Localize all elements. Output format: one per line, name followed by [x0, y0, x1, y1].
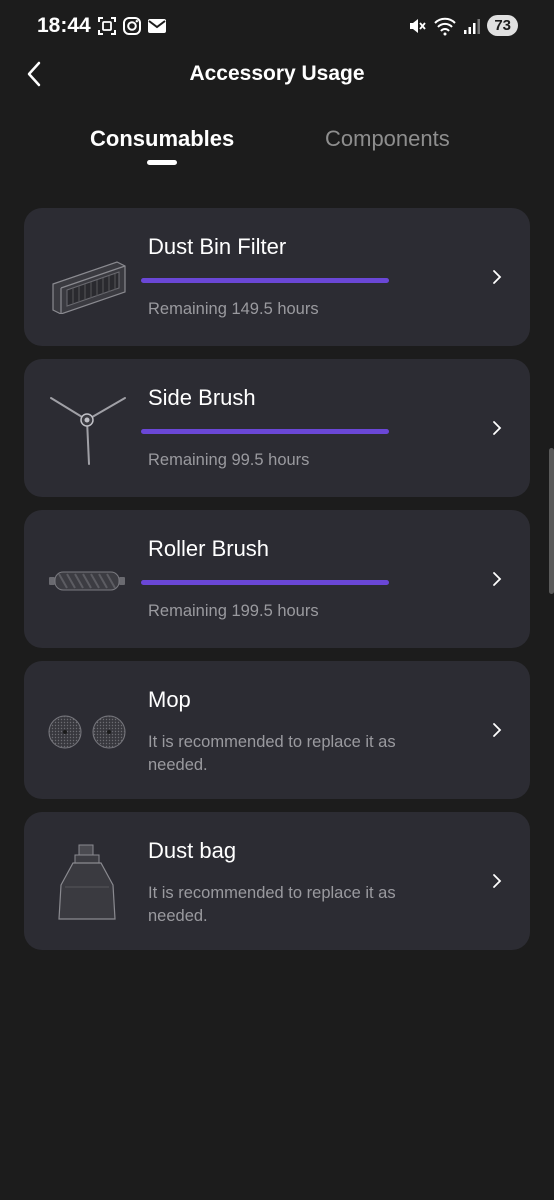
mop-icon [44, 689, 130, 775]
accessory-card-mop[interactable]: Mop It is recommended to replace it as n… [24, 661, 530, 799]
instagram-icon [122, 16, 142, 36]
replace-note: It is recommended to replace it as neede… [148, 733, 396, 774]
accessory-name: Dust bag [148, 838, 237, 863]
active-tab-indicator [147, 160, 177, 165]
usage-progress-fill [141, 278, 389, 283]
accessory-name: Mop [148, 687, 191, 712]
tab-bar: Consumables Components [0, 120, 554, 170]
roller-brush-icon [44, 538, 130, 624]
usage-progress-fill [141, 429, 389, 434]
dust-bag-icon [44, 840, 130, 926]
accessory-card-side-brush[interactable]: Side Brush Remaining 99.5 hours [24, 359, 530, 497]
accessory-name: Dust Bin Filter [148, 234, 287, 259]
remaining-hours: Remaining 99.5 hours [148, 451, 310, 469]
replace-note: It is recommended to replace it as neede… [148, 884, 396, 925]
chevron-right-icon [490, 870, 504, 892]
mail-icon [147, 16, 167, 36]
chevron-right-icon [490, 266, 504, 288]
usage-progress-fill [141, 580, 389, 585]
usage-progress-bar [141, 429, 389, 434]
chevron-right-icon [490, 417, 504, 439]
battery-indicator: 73 [487, 15, 518, 36]
screenshot-icon [97, 16, 117, 36]
system-icons: 73 [407, 15, 518, 36]
signal-icon [463, 17, 481, 35]
remaining-hours: Remaining 149.5 hours [148, 300, 319, 318]
header: Accessory Usage [0, 54, 554, 98]
remaining-hours: Remaining 199.5 hours [148, 602, 319, 620]
mute-icon [407, 16, 427, 36]
notification-icons [97, 16, 167, 36]
scrollbar[interactable] [549, 448, 554, 594]
accessory-name: Roller Brush [148, 536, 270, 561]
accessory-card-dust-bin-filter[interactable]: Dust Bin Filter Remaining 149.5 hours [24, 208, 530, 346]
accessory-name: Side Brush [148, 385, 256, 410]
wifi-icon [433, 16, 457, 36]
page-title: Accessory Usage [189, 62, 365, 85]
side-brush-icon [44, 387, 130, 473]
dust-bin-filter-icon [44, 236, 130, 322]
usage-progress-bar [141, 278, 389, 283]
tab-consumables[interactable]: Consumables [90, 126, 234, 152]
chevron-right-icon [490, 719, 504, 741]
status-time: 18:44 [37, 14, 91, 37]
status-bar: 18:44 73 [0, 0, 554, 54]
tab-components[interactable]: Components [325, 126, 450, 152]
usage-progress-bar [141, 580, 389, 585]
accessory-card-dust-bag[interactable]: Dust bag It is recommended to replace it… [24, 812, 530, 950]
accessory-card-roller-brush[interactable]: Roller Brush Remaining 199.5 hours [24, 510, 530, 648]
chevron-right-icon [490, 568, 504, 590]
accessory-list: Dust Bin Filter Remaining 149.5 hours Si… [24, 208, 530, 963]
